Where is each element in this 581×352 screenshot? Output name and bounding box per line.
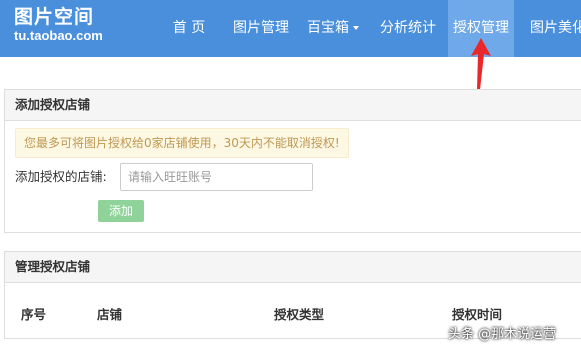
nav-home[interactable]: 首 页 (163, 0, 215, 57)
nav-image-beautify-label: 图片美化 (530, 20, 581, 36)
nav-home-label: 首 页 (172, 20, 206, 36)
nav-toolbox-dropdown[interactable]: 百宝箱 (303, 0, 363, 57)
column-header-auth-type: 授权类型 (274, 307, 325, 322)
column-header-shop: 店铺 (97, 307, 123, 322)
manage-shops-panel-title: 管理授权店铺 (5, 252, 581, 283)
add-shop-panel: 添加授权店铺 您最多可将图片授权给0家店铺使用，30天内不能取消授权! 添加授权… (4, 89, 581, 233)
add-shop-panel-title: 添加授权店铺 (5, 90, 581, 121)
nav-analytics[interactable]: 分析统计 (374, 0, 442, 57)
logo-domain: tu.taobao.com (14, 28, 103, 43)
nav-image-management-label: 图片管理 (233, 20, 289, 36)
column-header-auth-time: 授权时间 (452, 307, 503, 322)
chevron-down-icon (353, 26, 359, 30)
add-shop-button[interactable]: 添加 (98, 200, 144, 222)
nav-image-management[interactable]: 图片管理 (226, 0, 296, 57)
annotation-arrow-icon (471, 38, 491, 90)
shop-field-label: 添加授权的店铺: (15, 169, 107, 184)
nav-authorization-label: 授权管理 (453, 20, 509, 36)
nav-toolbox-label: 百宝箱 (307, 20, 349, 36)
authorization-limit-notice: 您最多可将图片授权给0家店铺使用，30天内不能取消授权! (15, 128, 349, 158)
nav-analytics-label: 分析统计 (380, 20, 436, 36)
site-logo[interactable]: 图片空间 tu.taobao.com (14, 6, 103, 44)
watermark: 头条 @那木说运营 (448, 327, 557, 342)
column-header-index: 序号 (21, 307, 47, 322)
wangwang-account-input[interactable] (120, 163, 313, 191)
logo-title: 图片空间 (14, 6, 95, 28)
nav-image-beautify[interactable]: 图片美化 (526, 0, 581, 57)
